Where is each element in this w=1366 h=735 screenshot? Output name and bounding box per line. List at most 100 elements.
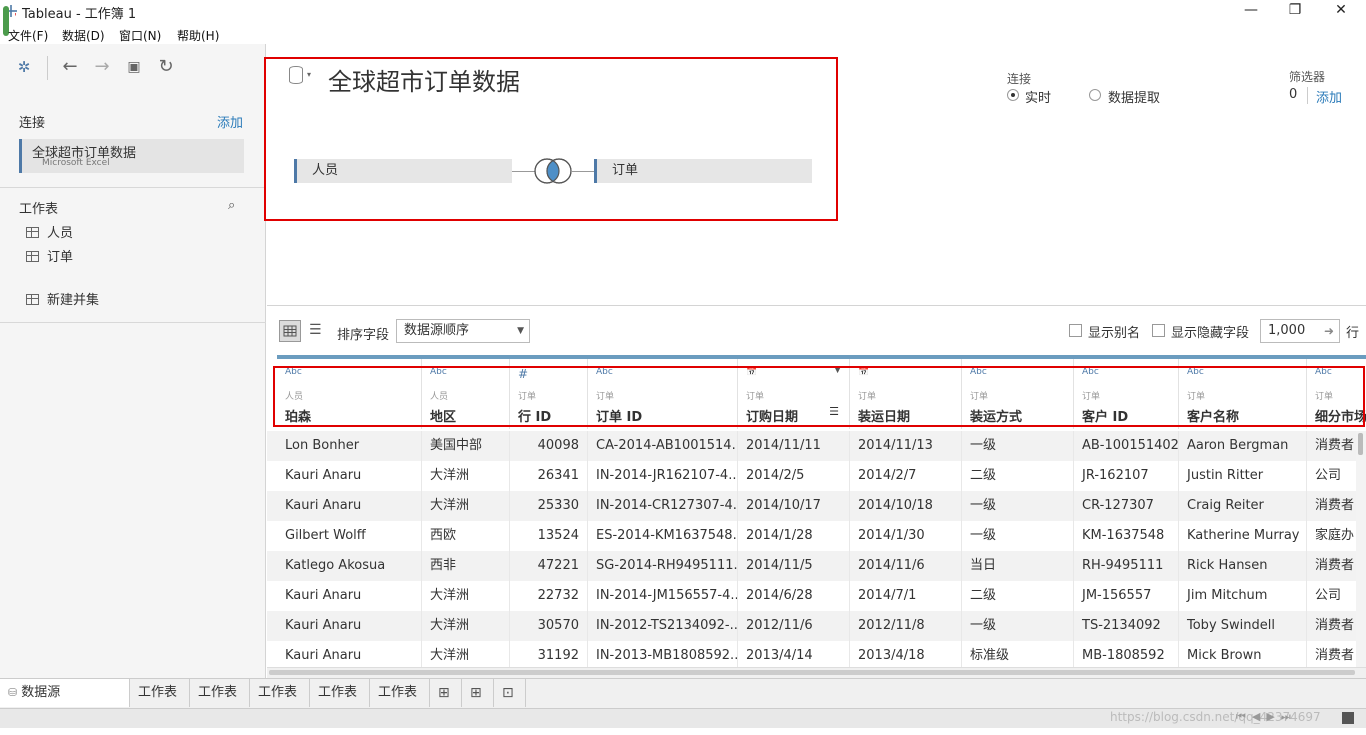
table-row[interactable]: Kauri Anaru 大洋洲 26341 IN-2014-JR162107-4...…: [267, 461, 1356, 491]
table-row[interactable]: Gilbert Wolff 西欧 13524 ES-2014-KM1637548...…: [267, 521, 1356, 551]
add-filter-link[interactable]: 添加: [1316, 87, 1342, 106]
menu-window[interactable]: 窗口(N): [119, 27, 161, 44]
table-cell: 当日: [962, 551, 1074, 581]
data-grid: Abc 人员 珀森 Abc 人员 地区 # 订单行 ID Abc 订单 订单 ID 📅 订单 订购日期 ▼ ☰…: [267, 355, 1366, 667]
tab-sheet-3[interactable]: 工作表 3: [250, 679, 310, 728]
tab-sheet-5[interactable]: 工作表 5: [370, 679, 430, 728]
table-cell: AB-100151402: [1074, 431, 1179, 461]
tab-datasource[interactable]: ⛁ 数据源: [0, 679, 130, 707]
horizontal-scrollbar[interactable]: [267, 667, 1366, 678]
scroll-thumb[interactable]: [269, 670, 1355, 675]
database-icon: ⛁: [8, 686, 18, 699]
row-count-value: 1,000: [1268, 323, 1306, 338]
add-connection-link[interactable]: 添加: [217, 112, 243, 131]
new-union-button[interactable]: 新建并集: [26, 289, 99, 308]
table-cell: 美国中部: [422, 431, 510, 461]
table-pill-orders[interactable]: 订单: [594, 159, 812, 183]
extract-label: 数据提取: [1108, 91, 1161, 106]
connection-item[interactable]: 全球超市订单数据 Microsoft Excel: [19, 139, 244, 173]
table-row[interactable]: Kauri Anaru 大洋洲 25330 IN-2014-CR127307-4...…: [267, 491, 1356, 521]
table-cell: CR-127307: [1074, 491, 1179, 521]
table-row[interactable]: Kauri Anaru 大洋洲 31192 IN-2013-MB1808592... 2…: [267, 641, 1356, 667]
union-icon: [26, 294, 39, 305]
tab-sheet-1[interactable]: 工作表 1: [130, 679, 190, 728]
table-row[interactable]: Katlego Akosua 西非 47221 SG-2014-RH9495111..…: [267, 551, 1356, 581]
tab-sheet-2[interactable]: 工作表 2: [190, 679, 250, 728]
table-row[interactable]: Kauri Anaru 大洋洲 30570 IN-2012-TS2134092-...…: [267, 611, 1356, 641]
table-cell: 大洋洲: [422, 461, 510, 491]
table-cell: 一级: [962, 431, 1074, 461]
table-cell: 2012/11/6: [738, 611, 850, 641]
table-cell: Craig Reiter: [1179, 491, 1307, 521]
table-cell: IN-2014-JM156557-4...: [588, 581, 738, 611]
table-cell: JM-156557: [1074, 581, 1179, 611]
menu-data[interactable]: 数据(D): [62, 27, 105, 44]
close-button[interactable]: ✕: [1326, 2, 1356, 22]
save-icon[interactable]: ▣: [123, 56, 145, 78]
table-cell: Lon Bonher: [277, 431, 422, 461]
table-row[interactable]: Kauri Anaru 大洋洲 22732 IN-2014-JM156557-4...…: [267, 581, 1356, 611]
table-cell: TS-2134092: [1074, 611, 1179, 641]
menu-help[interactable]: 帮助(H): [177, 27, 219, 44]
back-arrow-icon[interactable]: ←: [59, 56, 81, 78]
sheet-tab-bar: ⛁数据源 工作表 1 工作表 2 工作表 3 工作表 4 工作表 5 ⊞ ⊞ ⊡: [0, 678, 1366, 728]
divider: [0, 187, 266, 188]
table-cell: 二级: [962, 581, 1074, 611]
grid-view-icon[interactable]: [279, 320, 301, 342]
table-pill-people[interactable]: 人员: [294, 159, 512, 183]
sheet-item-orders[interactable]: 订单: [26, 246, 74, 265]
table-icon: [26, 227, 39, 238]
minimize-button[interactable]: —: [1236, 2, 1266, 22]
table-row[interactable]: Lon Bonher 美国中部 40098 CA-2014-AB1001514... 2…: [267, 431, 1356, 461]
table-cell: Justin Ritter: [1179, 461, 1307, 491]
menu-bar: 文件(F) 数据(D) 窗口(N) 帮助(H): [0, 24, 1366, 44]
database-icon[interactable]: [289, 66, 303, 84]
extract-radio[interactable]: [1089, 89, 1101, 101]
table-cell: IN-2014-JR162107-4...: [588, 461, 738, 491]
table-cell: RH-9495111: [1074, 551, 1179, 581]
list-view-icon[interactable]: ☰: [309, 322, 322, 338]
show-alias-checkbox[interactable]: [1069, 324, 1082, 337]
tab-sheet-4[interactable]: 工作表 4: [310, 679, 370, 728]
table-cell: Jim Mitchum: [1179, 581, 1307, 611]
maximize-button[interactable]: ❐: [1280, 2, 1310, 22]
table-cell: 大洋洲: [422, 641, 510, 667]
new-worksheet-icon[interactable]: ⊞: [430, 679, 462, 707]
vertical-scrollbar[interactable]: [1356, 431, 1366, 667]
table-cell: IN-2014-CR127307-4...: [588, 491, 738, 521]
refresh-icon[interactable]: ↻: [155, 56, 177, 78]
chevron-down-icon[interactable]: ▾: [307, 70, 311, 79]
show-hidden-label: 显示隐藏字段: [1171, 326, 1250, 341]
show-hidden-checkbox[interactable]: [1152, 324, 1165, 337]
sort-dropdown[interactable]: 数据源顺序 ▼: [396, 319, 530, 343]
search-icon[interactable]: ⌕: [228, 198, 235, 213]
table-cell: 2014/10/17: [738, 491, 850, 521]
table-cell: 西欧: [422, 521, 510, 551]
table-cell: Rick Hansen: [1179, 551, 1307, 581]
tab-label: 数据源: [21, 685, 61, 700]
scroll-thumb[interactable]: [1358, 433, 1363, 455]
forward-arrow-icon[interactable]: →: [91, 56, 113, 78]
show-alias-label: 显示别名: [1088, 326, 1141, 341]
table-cell: 47221: [510, 551, 588, 581]
table-cell: IN-2013-MB1808592...: [588, 641, 738, 667]
rows-label: 行: [1346, 326, 1360, 341]
title-bar: Tableau - 工作簿 1 — ❐ ✕: [0, 0, 1366, 24]
grid-toggle-icon[interactable]: [1342, 712, 1354, 724]
row-count-input[interactable]: 1,000 ➜: [1260, 319, 1340, 343]
table-cell: Kauri Anaru: [277, 461, 422, 491]
menu-file[interactable]: 文件(F): [8, 27, 48, 44]
grid-toolbar: ☰ 排序字段 数据源顺序 ▼ 显示别名 显示隐藏字段 1,000 ➜ 行: [267, 305, 1366, 355]
inner-join-icon[interactable]: [533, 157, 573, 189]
new-dashboard-icon[interactable]: ⊞: [462, 679, 494, 707]
table-cell: 2014/11/11: [738, 431, 850, 461]
tableau-home-icon[interactable]: ✲: [13, 56, 35, 78]
table-cell: 大洋洲: [422, 581, 510, 611]
sheet-label: 订单: [47, 250, 74, 265]
sheet-navigation-icons[interactable]: ⏮◀▶⏭: [1236, 710, 1297, 724]
sheet-item-people[interactable]: 人员: [26, 222, 73, 241]
arrow-right-icon[interactable]: ➜: [1324, 320, 1334, 342]
new-story-icon[interactable]: ⊡: [494, 679, 526, 707]
live-radio[interactable]: [1007, 89, 1019, 101]
datasource-title[interactable]: 全球超市订单数据: [328, 62, 520, 97]
